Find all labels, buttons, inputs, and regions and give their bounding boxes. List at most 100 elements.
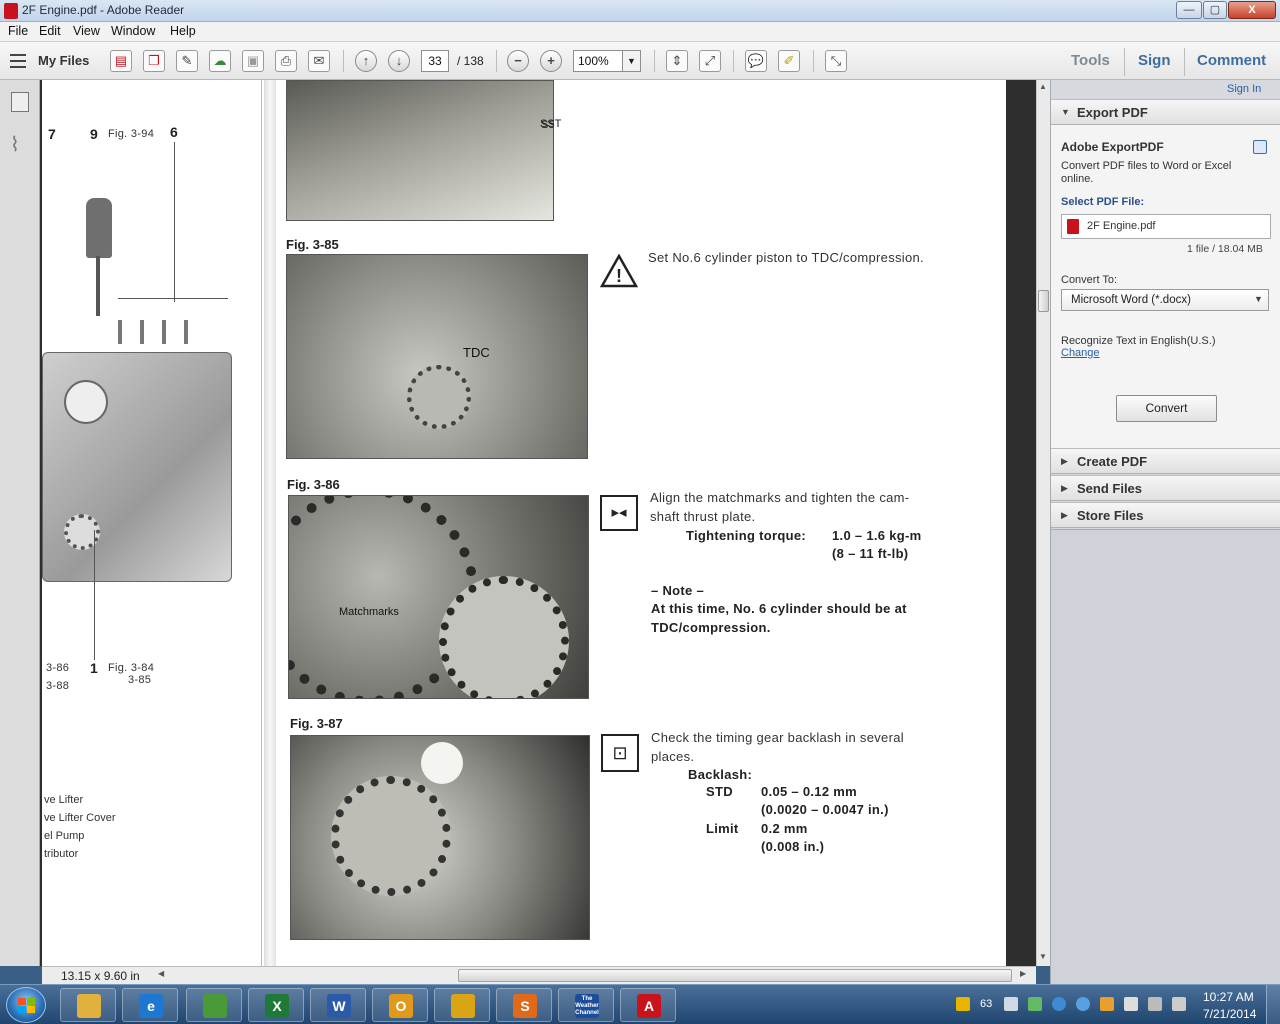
windows-logo-icon: [27, 998, 35, 1005]
warning-triangle-icon: !: [599, 253, 639, 288]
menu-edit[interactable]: Edit: [39, 24, 61, 38]
windows-taskbar: e X W O S The Weather Channel A 63 10:27 AM 7/…: [0, 984, 1280, 1024]
toolbar-separator: [813, 50, 814, 72]
tab-sign[interactable]: Sign: [1138, 52, 1171, 69]
export-pdf-body: Adobe ExportPDF Convert PDF files to Wor…: [1051, 125, 1280, 450]
store-files-section-header[interactable]: ▶ Store Files: [1051, 502, 1280, 528]
explorer-app[interactable]: [60, 988, 116, 1022]
email-icon[interactable]: ✉: [308, 50, 330, 72]
fullscreen-expand-icon[interactable]: ⤡: [825, 50, 847, 72]
menu-window[interactable]: Window: [111, 24, 155, 38]
tab-comment[interactable]: Comment: [1197, 52, 1266, 69]
toolbar-separator: [654, 50, 655, 72]
page-thumbnails-icon[interactable]: [11, 92, 29, 112]
attachments-paperclip-icon[interactable]: ⌇: [10, 132, 20, 157]
convert-button[interactable]: Convert: [1116, 395, 1217, 422]
save-icon[interactable]: ▣: [242, 50, 264, 72]
menu-help[interactable]: Help: [170, 24, 196, 38]
tray-network-globe-icon[interactable]: [1052, 997, 1066, 1011]
next-page-icon[interactable]: ↓: [388, 50, 410, 72]
legend-item: ve Lifter Cover: [44, 812, 116, 824]
upload-cloud-icon[interactable]: ☁: [209, 50, 231, 72]
vertical-scrollbar[interactable]: ▲ ▼: [1036, 80, 1050, 966]
fit-width-icon[interactable]: ⤢: [699, 50, 721, 72]
maps-app[interactable]: [186, 988, 242, 1022]
scroll-down-icon[interactable]: ▼: [1039, 952, 1047, 961]
print-icon[interactable]: ⎙: [275, 50, 297, 72]
format-select[interactable]: Microsoft Word (*.docx) ▼: [1061, 289, 1269, 311]
weather-icon: The Weather Channel: [575, 994, 599, 1018]
horizontal-scrollbar[interactable]: 13.15 x 9.60 in ◀ ▶: [42, 966, 1036, 984]
note-title: – Note –: [651, 583, 704, 598]
word-app[interactable]: W: [310, 988, 366, 1022]
acrobat-app[interactable]: A: [620, 988, 676, 1022]
vertical-scroll-thumb[interactable]: [1038, 290, 1049, 312]
highlight-icon[interactable]: ✐: [778, 50, 800, 72]
navigation-pane: ⌇: [0, 80, 40, 966]
callout-3-85: 3-85: [128, 674, 152, 686]
zoom-input[interactable]: [573, 50, 623, 72]
selected-file-field[interactable]: 2F Engine.pdf: [1061, 214, 1271, 239]
tray-flag-icon[interactable]: [1124, 997, 1138, 1011]
tray-folder-icon[interactable]: [1100, 997, 1114, 1011]
file-info: 1 file / 18.04 MB: [1187, 243, 1263, 255]
note-text: At this time, No. 6 cylinder should be a…: [651, 601, 907, 616]
clock-time[interactable]: 10:27 AM: [1203, 990, 1254, 1004]
weather-app[interactable]: The Weather Channel: [558, 988, 614, 1022]
zoom-dropdown-chevron-icon[interactable]: ▼: [622, 50, 641, 72]
scroll-up-icon[interactable]: ▲: [1039, 82, 1047, 91]
ie-app[interactable]: e: [122, 988, 178, 1022]
photo-backlash-check: [290, 735, 590, 940]
excel-app[interactable]: X: [248, 988, 304, 1022]
tray-badge-count: 63: [980, 998, 993, 1010]
start-button[interactable]: [6, 987, 46, 1023]
file-name: 2F Engine.pdf: [1087, 220, 1156, 232]
outlook-app[interactable]: O: [372, 988, 428, 1022]
tray-volume-icon[interactable]: [1172, 997, 1186, 1011]
measuring-gauge-icon: ⊡: [601, 734, 639, 772]
tray-network-icon[interactable]: [1148, 997, 1162, 1011]
previous-page-icon[interactable]: ↑: [355, 50, 377, 72]
snagit-app[interactable]: S: [496, 988, 552, 1022]
hamburger-menu-icon[interactable]: [10, 54, 26, 68]
comment-bubble-icon[interactable]: 💬: [745, 50, 767, 72]
page-number-input[interactable]: [421, 50, 449, 72]
create-pdf-icon[interactable]: ▤: [110, 50, 132, 72]
scroll-right-icon[interactable]: ▶: [1020, 969, 1026, 978]
instruction-text: places.: [651, 749, 695, 764]
callout-9: 9: [90, 126, 98, 142]
tab-tools[interactable]: Tools: [1071, 52, 1110, 69]
show-desktop-button[interactable]: [1266, 985, 1280, 1024]
scroll-left-icon[interactable]: ◀: [158, 969, 164, 978]
close-button[interactable]: X: [1228, 1, 1276, 19]
torque-label: Tightening torque:: [686, 528, 806, 543]
send-files-section-header[interactable]: ▶ Send Files: [1051, 475, 1280, 501]
fit-page-icon[interactable]: ⇕: [666, 50, 688, 72]
horizontal-scroll-thumb[interactable]: [458, 969, 1012, 982]
my-files-button[interactable]: My Files: [38, 53, 89, 68]
create-pdf-section-header[interactable]: ▶ Create PDF: [1051, 448, 1280, 474]
export-pdf-section-header[interactable]: ▼ Export PDF: [1051, 99, 1280, 125]
export-service-icon[interactable]: [1253, 140, 1267, 154]
menu-view[interactable]: View: [73, 24, 100, 38]
tray-shield-icon[interactable]: [1004, 997, 1018, 1011]
clock-date[interactable]: 7/21/2014: [1203, 1007, 1256, 1021]
section-collapsed-icon: ▶: [1061, 456, 1068, 466]
callout-6: 6: [170, 124, 178, 140]
edit-pdf-icon[interactable]: ✎: [176, 50, 198, 72]
maximize-button[interactable]: ▢: [1203, 1, 1227, 19]
minimize-button[interactable]: —: [1176, 1, 1202, 19]
tray-sync-icon[interactable]: [1028, 997, 1042, 1011]
change-language-link[interactable]: Change: [1061, 347, 1100, 359]
zoom-out-icon[interactable]: −: [507, 50, 529, 72]
menu-file[interactable]: File: [8, 24, 28, 38]
tray-app-icon[interactable]: [956, 997, 970, 1011]
tray-messenger-icon[interactable]: [1076, 997, 1090, 1011]
sign-in-link[interactable]: Sign In: [1227, 83, 1261, 95]
select-file-label: Select PDF File:: [1061, 196, 1145, 208]
std-value: 0.05 – 0.12 mm: [761, 784, 857, 799]
combine-files-icon[interactable]: ❐: [143, 50, 165, 72]
windows-logo-icon: [18, 1006, 26, 1013]
zoom-in-icon[interactable]: +: [540, 50, 562, 72]
chrome-app[interactable]: [434, 988, 490, 1022]
